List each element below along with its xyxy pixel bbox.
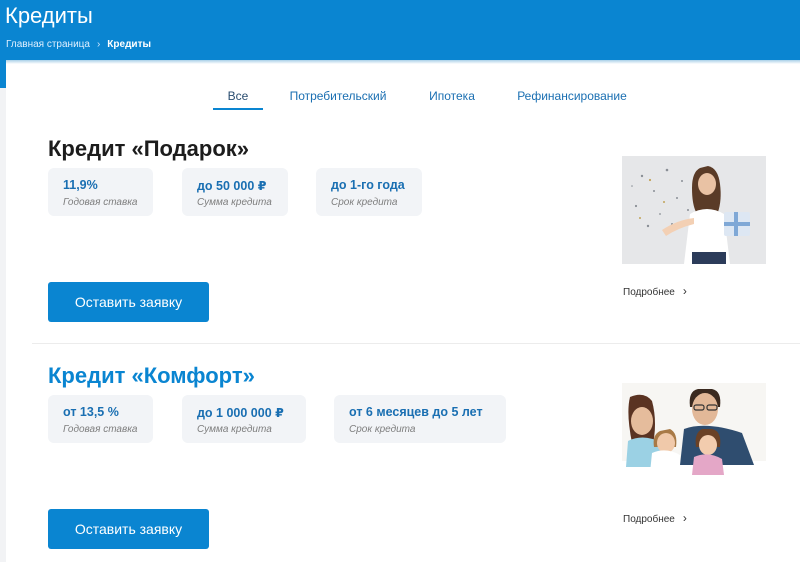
- stat-caption: Сумма кредита: [197, 197, 272, 208]
- tab-mortgage[interactable]: Ипотека: [424, 82, 480, 110]
- stat-amount: до 50 000 ₽ Сумма кредита: [182, 168, 288, 216]
- stat-value: до 1-го года: [331, 178, 405, 192]
- breadcrumb-home-link[interactable]: Главная страница: [6, 39, 90, 50]
- stat-rate: 11,9% Годовая ставка: [48, 168, 153, 216]
- page-header: Кредиты Главная страница › Кредиты: [0, 0, 800, 60]
- woman-with-gift-image: [622, 156, 766, 264]
- family-photo[interactable]: [622, 383, 766, 491]
- stat-value: до 50 000 ₽: [197, 179, 267, 193]
- product-card: Кредит «Комфорт» от 13,5 % Годовая ставк…: [48, 363, 768, 562]
- active-tab-indicator: [213, 108, 263, 110]
- stat-caption: Годовая ставка: [63, 197, 138, 208]
- stat-term: от 6 месяцев до 5 лет Срок кредита: [334, 395, 506, 443]
- product-title[interactable]: Кредит «Подарок»: [48, 136, 249, 162]
- product-title[interactable]: Кредит «Комфорт»: [48, 363, 255, 389]
- more-link[interactable]: Подробнее ›: [623, 511, 687, 525]
- stat-value: от 6 месяцев до 5 лет: [349, 405, 483, 419]
- product-divider: [32, 343, 800, 344]
- header-shadow: [0, 60, 800, 64]
- chevron-right-icon: ›: [682, 511, 687, 525]
- side-strip: [0, 60, 6, 562]
- product-card: Кредит «Подарок» 11,9% Годовая ставка до…: [48, 136, 768, 336]
- stat-value: до 1 000 000 ₽: [197, 406, 284, 420]
- apply-button[interactable]: Оставить заявку: [48, 509, 209, 549]
- chevron-right-icon: ›: [96, 39, 101, 50]
- stat-caption: Сумма кредита: [197, 424, 272, 435]
- stat-caption: Годовая ставка: [63, 424, 138, 435]
- family-image: [622, 383, 766, 491]
- woman-with-gift-photo[interactable]: [622, 156, 766, 264]
- chevron-right-icon: ›: [682, 284, 687, 298]
- stat-value: 11,9%: [63, 178, 98, 192]
- tab-consumer[interactable]: Потребительский: [284, 82, 392, 110]
- stat-caption: Срок кредита: [349, 424, 416, 435]
- page-title: Кредиты: [5, 3, 93, 28]
- stat-term: до 1-го года Срок кредита: [316, 168, 422, 216]
- tabs: Все Потребительский Ипотека Рефинансиров…: [0, 82, 800, 112]
- tab-refinancing[interactable]: Рефинансирование: [510, 82, 634, 110]
- breadcrumb: Главная страница › Кредиты: [6, 39, 151, 50]
- stat-rate: от 13,5 % Годовая ставка: [48, 395, 153, 443]
- more-link[interactable]: Подробнее ›: [623, 284, 687, 298]
- breadcrumb-current: Кредиты: [107, 39, 152, 50]
- stat-caption: Срок кредита: [331, 197, 398, 208]
- tab-all[interactable]: Все: [217, 82, 259, 110]
- more-link-label: Подробнее: [623, 514, 675, 525]
- more-link-label: Подробнее: [623, 287, 675, 298]
- stat-value: от 13,5 %: [63, 405, 119, 419]
- apply-button[interactable]: Оставить заявку: [48, 282, 209, 322]
- stat-amount: до 1 000 000 ₽ Сумма кредита: [182, 395, 306, 443]
